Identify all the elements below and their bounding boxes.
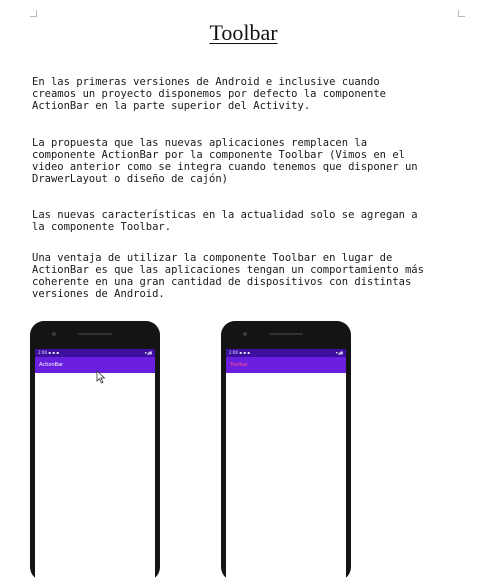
- page-corner-mark: [458, 10, 465, 17]
- document-page: Toolbar En las primeras versiones de And…: [0, 0, 487, 581]
- page-corner-mark: [30, 10, 37, 17]
- speaker-grille: [78, 333, 112, 335]
- status-bar-icons: ▾◢▮: [335, 350, 343, 355]
- action-bar-title: ActionBar: [39, 362, 64, 368]
- status-bar-left: 2:00 ▪ ▪ ▪: [229, 350, 250, 355]
- phone-mockup-toolbar: 2:00 ▪ ▪ ▪ ▾◢▮ Toolbar: [221, 321, 351, 581]
- status-bar-icons: ▾◢▮: [144, 350, 152, 355]
- paragraph-4: Una ventaja de utilizar la componente To…: [32, 252, 424, 300]
- status-bar-left: 2:00 ▪ ▪ ▪: [38, 350, 59, 355]
- toolbar: Toolbar: [226, 357, 346, 373]
- camera-icon: [243, 332, 247, 336]
- paragraph-2: La propuesta que las nuevas aplicaciones…: [32, 137, 418, 185]
- phone-screen: 2:00 ▪ ▪ ▪ ▾◢▮ ActionBar: [35, 349, 155, 581]
- phone-screen: 2:00 ▪ ▪ ▪ ▾◢▮ Toolbar: [226, 349, 346, 581]
- status-bar: 2:00 ▪ ▪ ▪ ▾◢▮: [226, 349, 346, 357]
- paragraph-1: En las primeras versiones de Android e i…: [32, 76, 387, 112]
- toolbar-title: Toolbar: [230, 362, 249, 368]
- mouse-pointer-icon: [96, 370, 106, 384]
- page-title: Toolbar: [209, 20, 278, 45]
- speaker-grille: [269, 333, 303, 335]
- phone-mockup-actionbar: 2:00 ▪ ▪ ▪ ▾◢▮ ActionBar: [30, 321, 160, 581]
- camera-icon: [52, 332, 56, 336]
- paragraph-3: Las nuevas características en la actuali…: [32, 209, 418, 233]
- action-bar: ActionBar: [35, 357, 155, 373]
- status-bar: 2:00 ▪ ▪ ▪ ▾◢▮: [35, 349, 155, 357]
